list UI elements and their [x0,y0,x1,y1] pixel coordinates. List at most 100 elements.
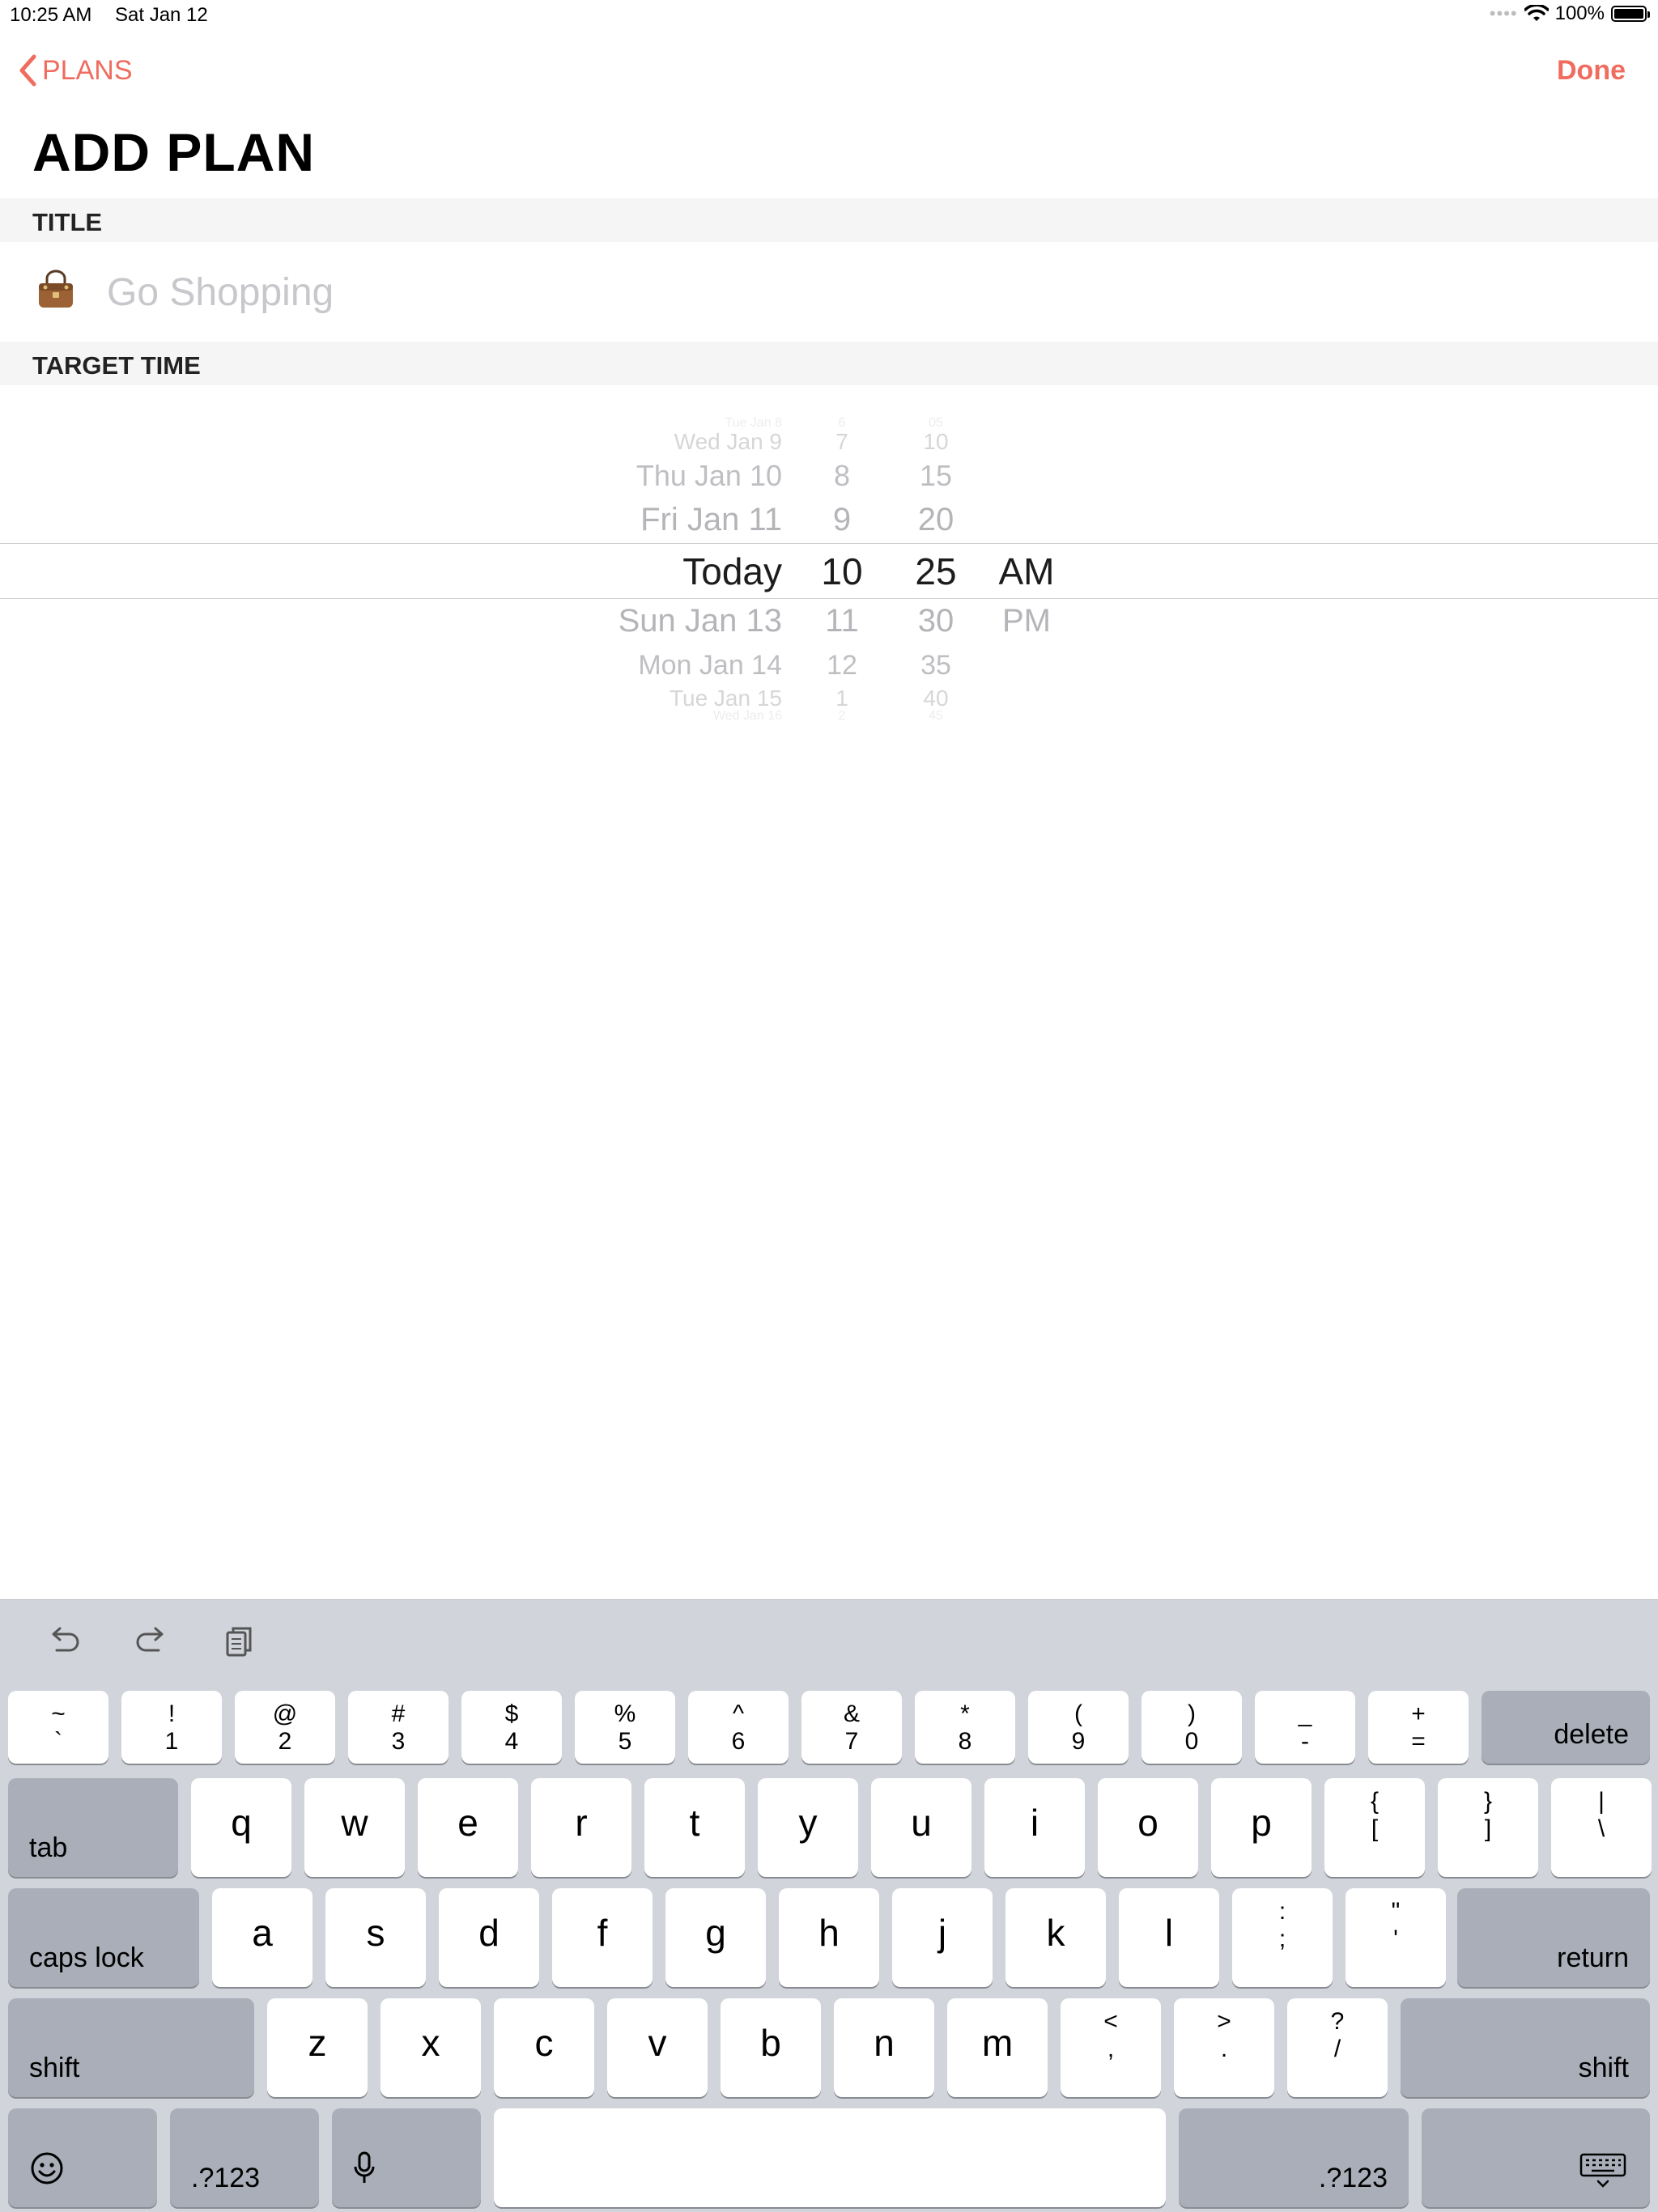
key-t[interactable]: t [644,1778,745,1877]
key-s[interactable]: s [325,1888,426,1987]
key-6[interactable]: ^ 6 [688,1691,789,1764]
undo-icon[interactable] [44,1621,84,1662]
title-input[interactable] [105,265,1566,319]
caps-lock-key[interactable]: caps lock [8,1888,199,1987]
picker-day-item[interactable]: Thu Jan 10 [636,459,782,493]
picker-hour-item[interactable]: 10 [810,550,874,593]
delete-key[interactable]: delete [1482,1691,1650,1764]
key-\[interactable]: | \ [1551,1778,1652,1877]
status-date: Sat Jan 12 [115,4,208,26]
key-label: e [457,1802,478,1844]
key-comma[interactable]: <, [1061,1998,1161,2097]
key-k[interactable]: k [1005,1888,1106,1987]
battery-icon [1611,6,1650,22]
picker-day-item[interactable]: Mon Jan 14 [638,650,782,681]
picker-day-item[interactable]: Fri Jan 11 [640,502,782,538]
key-a[interactable]: a [212,1888,312,1987]
key-=[interactable]: + = [1368,1691,1469,1764]
key-h[interactable]: h [779,1888,879,1987]
picker-hour-item[interactable]: 1 [810,686,874,711]
key-y[interactable]: y [758,1778,858,1877]
picker-minute-item[interactable]: 25 [903,550,968,593]
picker-hour-item[interactable]: 7 [810,429,874,455]
picker-minute-item[interactable]: 45 [903,709,968,724]
paste-icon[interactable] [219,1621,259,1662]
picker-minute-item[interactable]: 40 [903,686,968,711]
key-2[interactable]: @2 [235,1691,335,1764]
done-button[interactable]: Done [1557,55,1626,87]
key-`[interactable]: ~ ` [8,1691,108,1764]
key-7[interactable]: & 7 [801,1691,902,1764]
key-r[interactable]: r [531,1778,631,1877]
picker-day-item[interactable]: Sun Jan 13 [619,603,782,639]
picker-day-item[interactable]: Wed Jan 9 [674,429,782,455]
key-5[interactable]: % 5 [575,1691,675,1764]
key-1[interactable]: ! 1 [121,1691,222,1764]
picker-minute-item[interactable]: 15 [903,459,968,493]
picker-day-item[interactable]: Tue Jan 15 [670,686,782,711]
key-semicolon[interactable]: :; [1232,1888,1333,1987]
picker-minute-item[interactable]: 30 [903,603,968,639]
picker-period-item[interactable]: AM [994,550,1059,593]
chevron-left-icon [19,54,36,87]
picker-period-item[interactable]: PM [994,603,1059,639]
numbers-key-right[interactable]: .?123 [1179,2108,1409,2207]
key-label: 9 [1071,1728,1086,1755]
key-4[interactable]: $4 [461,1691,562,1764]
date-time-picker[interactable]: Tue Jan 8 Wed Jan 9 Thu Jan 10 Fri Jan 11 To… [0,413,1658,728]
key-l[interactable]: l [1119,1888,1219,1987]
return-key[interactable]: return [1457,1888,1650,1987]
key-3[interactable]: #3 [348,1691,449,1764]
key-8[interactable]: * 8 [915,1691,1015,1764]
key-][interactable]: }] [1438,1778,1538,1877]
shift-left-key[interactable]: shift [8,1998,254,2097]
key-b[interactable]: b [721,1998,821,2097]
key-[[interactable]: {[ [1324,1778,1425,1877]
key-v[interactable]: v [607,1998,708,2097]
key-e[interactable]: e [418,1778,518,1877]
key-j[interactable]: j [892,1888,993,1987]
key--[interactable]: _ - [1255,1691,1355,1764]
key-p[interactable]: p [1211,1778,1312,1877]
key-g[interactable]: g [665,1888,766,1987]
picker-minute-item[interactable]: 20 [903,502,968,538]
key-9[interactable]: (9 [1028,1691,1129,1764]
key-n[interactable]: n [834,1998,934,2097]
picker-day-item[interactable]: Wed Jan 16 [713,709,782,724]
key-x[interactable]: x [380,1998,481,2097]
key-label: 8 [958,1728,972,1755]
picker-hour-item[interactable]: 11 [810,603,874,639]
key-0[interactable]: ) 0 [1141,1691,1242,1764]
key-shift-label: + [1411,1700,1426,1727]
picker-minute-item[interactable]: 35 [903,650,968,681]
key-d[interactable]: d [439,1888,539,1987]
numbers-key-left[interactable]: .?123 [170,2108,319,2207]
key-c[interactable]: c [494,1998,594,2097]
shift-right-key[interactable]: shift [1401,1998,1650,2097]
picker-hour-item[interactable]: 9 [810,502,874,538]
key-w[interactable]: w [304,1778,405,1877]
tab-key[interactable]: tab [8,1778,178,1877]
redo-icon[interactable] [131,1621,172,1662]
picker-day-item[interactable]: Today [682,550,782,593]
status-right: •••• 100% [1490,2,1650,25]
emoji-key[interactable] [8,2108,157,2207]
dictation-key[interactable] [332,2108,481,2207]
key-quote[interactable]: " ' [1346,1888,1446,1987]
picker-hour-item[interactable]: 8 [810,459,874,493]
picker-hour-item[interactable]: 2 [810,709,874,724]
key-slash[interactable]: ? / [1287,1998,1388,2097]
keyboard-dismiss-key[interactable] [1422,2108,1650,2207]
key-q[interactable]: q [191,1778,291,1877]
key-o[interactable]: o [1098,1778,1198,1877]
key-z[interactable]: z [267,1998,368,2097]
key-u[interactable]: u [871,1778,971,1877]
picker-hour-item[interactable]: 12 [810,650,874,681]
key-period[interactable]: >. [1174,1998,1274,2097]
back-button[interactable]: PLANS [18,53,133,87]
key-m[interactable]: m [947,1998,1048,2097]
key-f[interactable]: f [552,1888,653,1987]
space-key[interactable] [494,2108,1166,2207]
key-i[interactable]: i [984,1778,1085,1877]
picker-minute-item[interactable]: 10 [903,429,968,455]
